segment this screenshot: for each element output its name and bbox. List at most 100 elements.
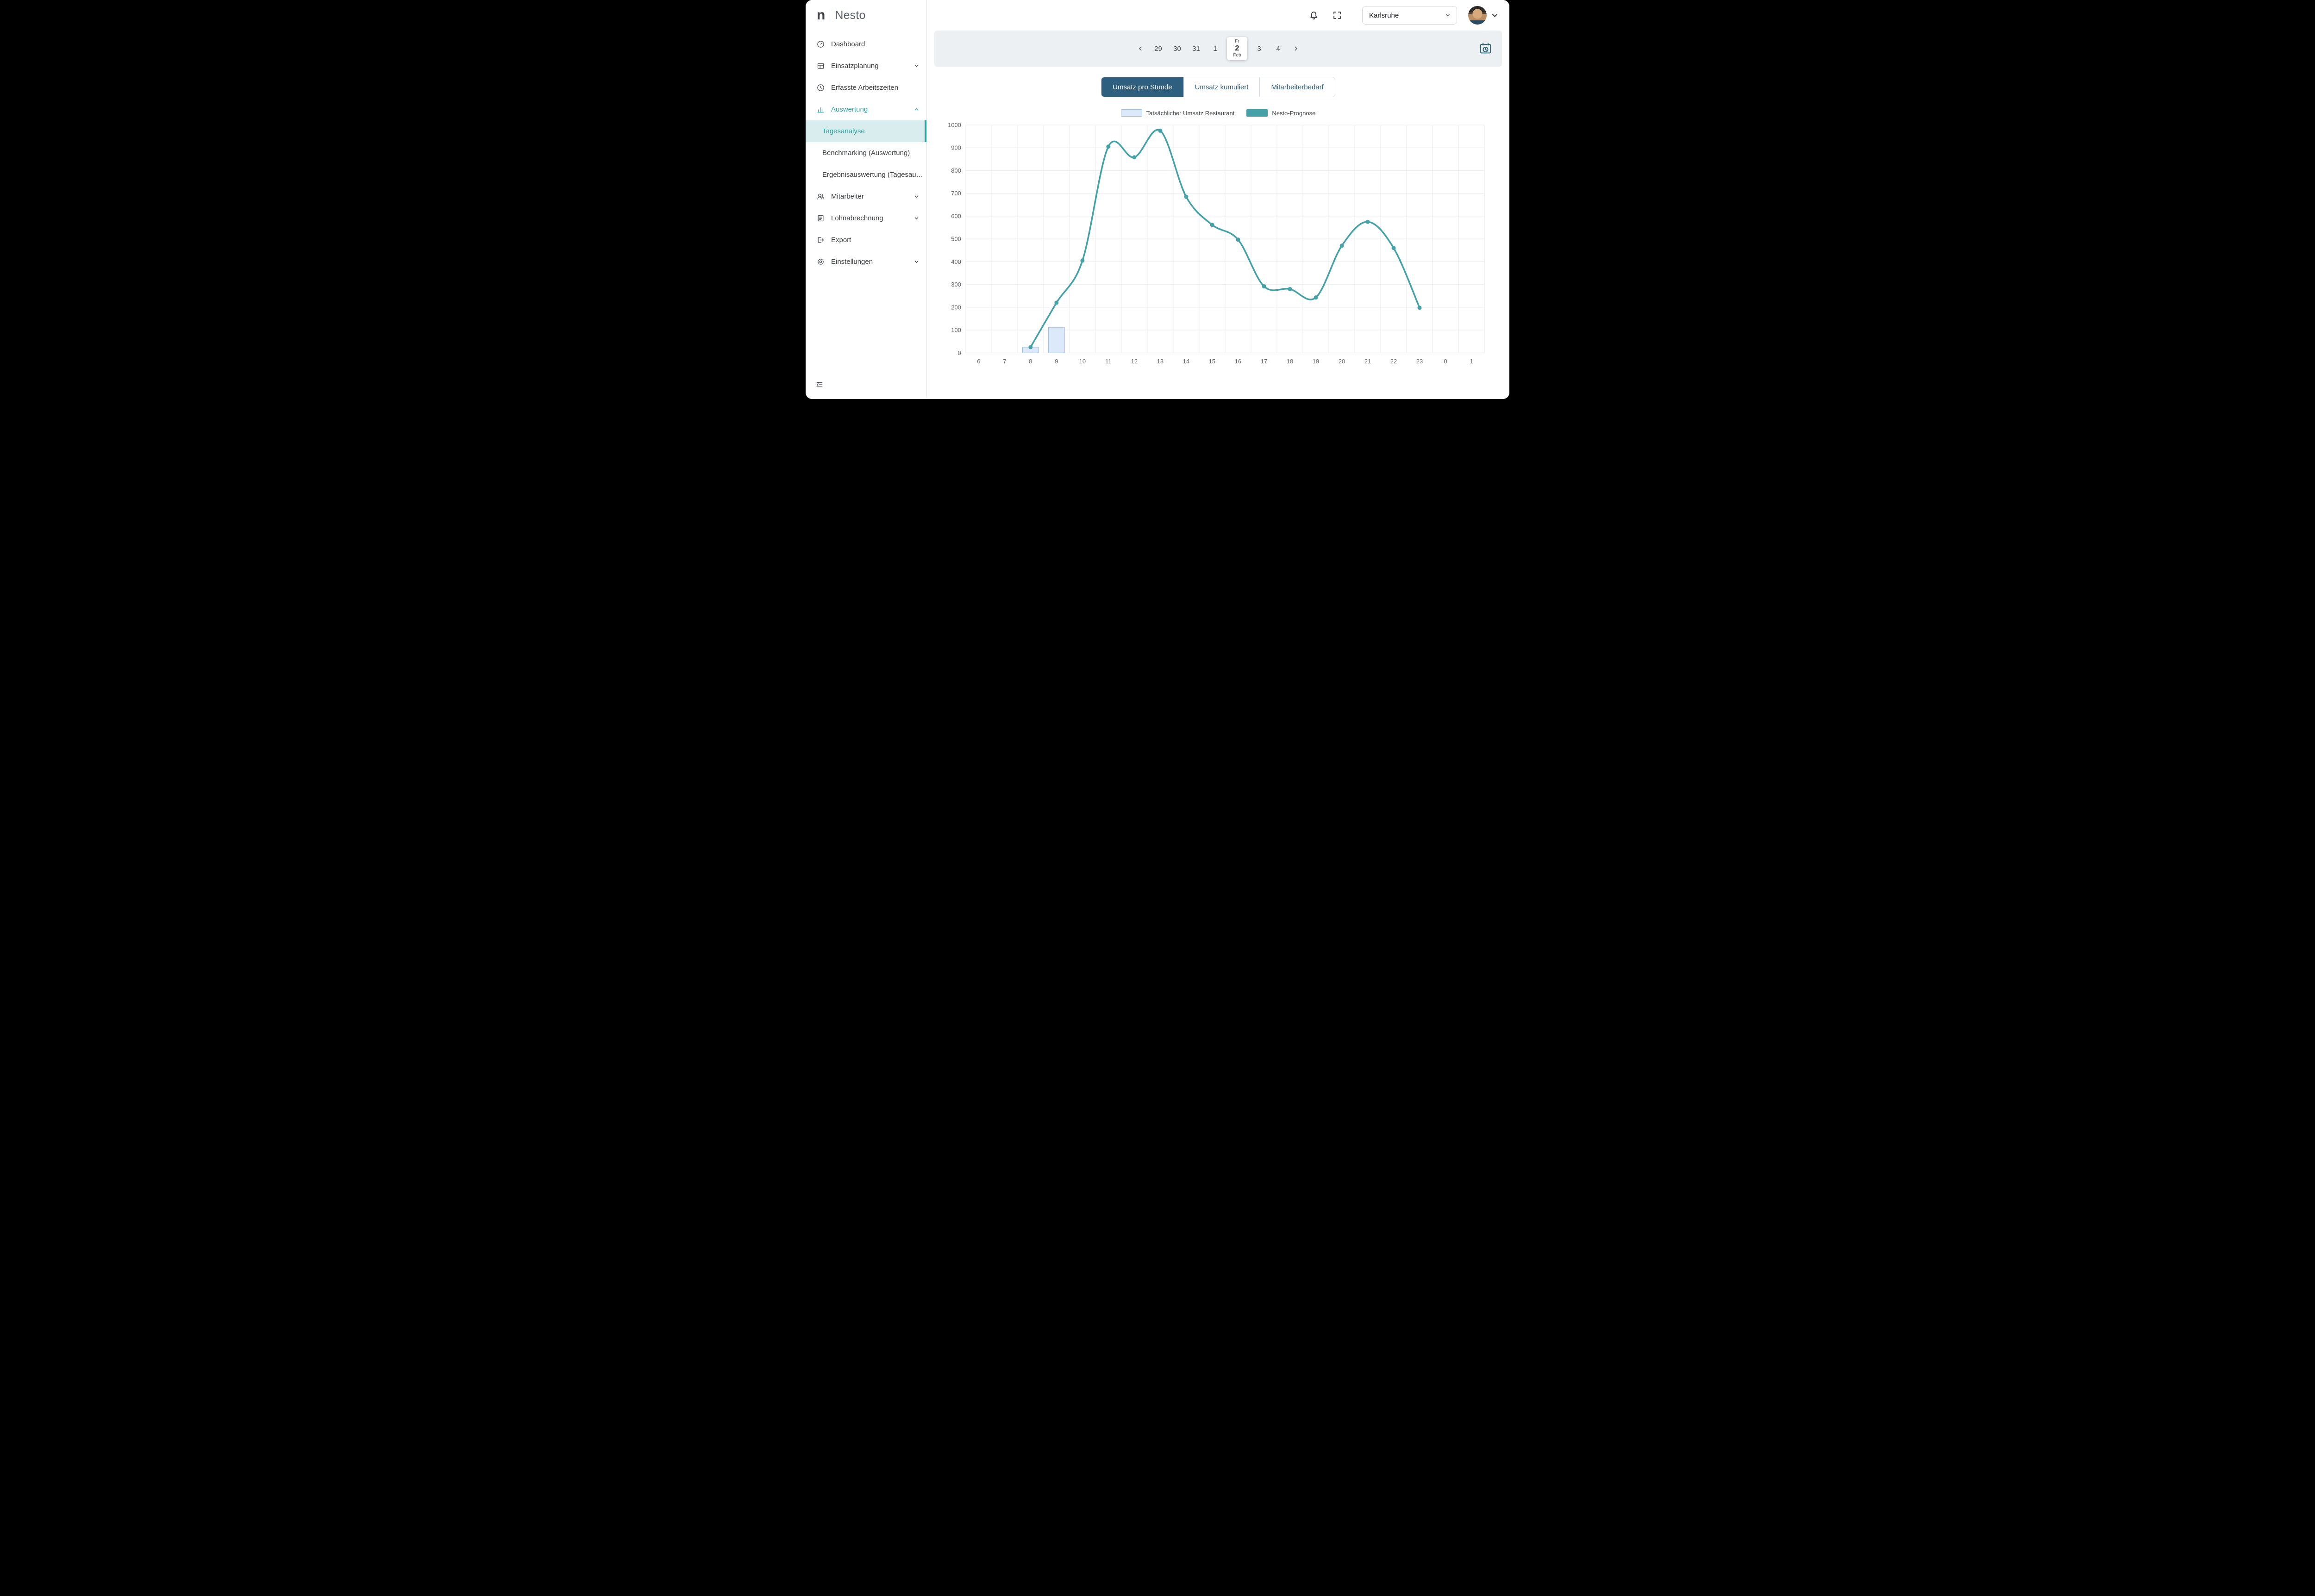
sidebar-subitem-tagesanalyse[interactable]: Tagesanalyse [806,120,926,142]
chevron-down-icon [913,258,920,265]
sidebar-item-label: Erfasste Arbeitszeiten [831,84,898,92]
gear-icon [817,258,825,266]
next-day-button[interactable] [1292,45,1300,52]
selected-month: Feb [1227,53,1247,58]
date-picker-button[interactable] [1479,43,1492,55]
chevron-down-icon [913,193,920,200]
fullscreen-button[interactable] [1333,11,1342,20]
sidebar-item-label: Einstellungen [831,258,873,266]
sidebar-item-mitarbeiter[interactable]: Mitarbeiter [806,186,926,207]
sidebar-subitem-benchmarking[interactable]: Benchmarking (Auswertung) [806,142,926,164]
chevron-right-icon [1292,45,1300,52]
chart-legend: Tatsächlicher Umsatz Restaurant Nesto-Pr… [927,109,1509,117]
svg-text:19: 19 [1313,358,1319,365]
chart-area: 0100200300400500600700800900100067891011… [927,117,1509,368]
svg-text:20: 20 [1339,358,1345,365]
svg-text:700: 700 [951,190,961,197]
svg-text:100: 100 [951,327,961,334]
svg-text:300: 300 [951,281,961,288]
svg-text:0: 0 [958,349,961,356]
sidebar-subitem-label: Ergebnisauswertung (Tagesau… [822,171,923,179]
day-pill[interactable]: 30 [1168,45,1187,53]
svg-text:800: 800 [951,167,961,174]
sidebar-item-dashboard[interactable]: Dashboard [806,33,926,55]
chevron-down-icon [913,62,920,69]
svg-text:600: 600 [951,212,961,219]
svg-text:500: 500 [951,236,961,243]
sidebar-item-einstellungen[interactable]: Einstellungen [806,251,926,273]
chevron-down-icon [913,215,920,222]
svg-text:900: 900 [951,144,961,151]
svg-text:10: 10 [1079,358,1086,365]
chevron-down-icon [1490,11,1499,20]
svg-text:17: 17 [1261,358,1267,365]
chevron-down-icon [1445,12,1451,19]
sidebar-item-label: Lohnabrechnung [831,214,883,222]
day-pill[interactable]: 1 [1206,45,1225,53]
svg-text:6: 6 [977,358,980,365]
legend-swatch-forecast [1246,109,1268,117]
svg-text:16: 16 [1235,358,1241,365]
sidebar-item-label: Dashboard [831,40,865,48]
topbar: Karlsruhe [927,0,1509,31]
legend-label: Tatsächlicher Umsatz Restaurant [1146,110,1235,117]
sidebar-item-label: Export [831,236,851,244]
tab-mitarbeiterbedarf[interactable]: Mitarbeiterbedarf [1259,77,1334,97]
sidebar-subitem-label: Benchmarking (Auswertung) [822,149,910,157]
collapse-sidebar-icon [816,382,823,390]
user-menu[interactable] [1468,6,1499,25]
location-select[interactable]: Karlsruhe [1362,6,1457,25]
day-pill[interactable]: 31 [1187,45,1206,53]
sidebar-item-auswertung[interactable]: Auswertung [806,99,926,120]
day-pill[interactable]: 3 [1250,45,1269,53]
main-area: Karlsruhe 29 30 31 1 Fr 2 [927,0,1509,399]
legend-swatch-actual [1121,109,1142,117]
svg-text:14: 14 [1183,358,1189,365]
avatar [1468,6,1487,25]
sidebar-item-erfasste-arbeitszeiten[interactable]: Erfasste Arbeitszeiten [806,77,926,99]
grid-icon [817,62,825,70]
svg-text:12: 12 [1131,358,1138,365]
bar-chart-icon [817,106,825,113]
svg-text:8: 8 [1029,358,1032,365]
collapse-sidebar-button[interactable] [806,381,926,399]
sidebar-item-label: Mitarbeiter [831,193,864,200]
sidebar: n Nesto Dashboard Einsatzplanung [806,0,927,399]
legend-label: Nesto-Prognose [1272,110,1315,117]
svg-text:7: 7 [1003,358,1006,365]
legend-item-tatsaechlicher-umsatz[interactable]: Tatsächlicher Umsatz Restaurant [1121,109,1235,117]
svg-text:22: 22 [1390,358,1397,365]
svg-text:13: 13 [1157,358,1164,365]
sidebar-nav: Dashboard Einsatzplanung Erfasste Arbeit… [806,33,926,399]
logo[interactable]: n Nesto [806,0,926,31]
gauge-icon [817,40,825,48]
location-select-value: Karlsruhe [1369,12,1399,19]
fullscreen-icon [1333,11,1342,20]
selected-day-card[interactable]: Fr 2 Feb [1227,37,1247,60]
bell-icon [1309,11,1319,20]
svg-text:21: 21 [1364,358,1371,365]
sidebar-item-lohnabrechnung[interactable]: Lohnabrechnung [806,207,926,229]
svg-text:400: 400 [951,258,961,265]
day-pill[interactable]: 29 [1149,45,1168,53]
sidebar-subitem-label: Tagesanalyse [822,127,865,135]
selected-weekday: Fr [1227,39,1247,44]
sidebar-subitem-ergebnisauswertung[interactable]: Ergebnisauswertung (Tagesau… [806,164,926,186]
legend-item-nesto-prognose[interactable]: Nesto-Prognose [1246,109,1315,117]
tab-umsatz-kumuliert[interactable]: Umsatz kumuliert [1183,77,1260,97]
chevron-up-icon [913,106,920,113]
svg-text:1: 1 [1470,358,1473,365]
notifications-button[interactable] [1309,11,1319,20]
clock-icon [817,84,825,92]
calendar-clock-icon [1479,43,1492,55]
tab-umsatz-pro-stunde[interactable]: Umsatz pro Stunde [1101,77,1183,97]
receipt-icon [817,214,825,222]
sidebar-item-label: Auswertung [831,106,868,113]
sidebar-item-export[interactable]: Export [806,229,926,251]
day-pill[interactable]: 4 [1269,45,1288,53]
date-navigation-bar: 29 30 31 1 Fr 2 Feb 3 4 [934,31,1502,67]
prev-day-button[interactable] [1137,45,1144,52]
sidebar-item-einsatzplanung[interactable]: Einsatzplanung [806,55,926,77]
sidebar-item-label: Einsatzplanung [831,62,879,70]
revenue-chart: 0100200300400500600700800900100067891011… [942,119,1491,368]
